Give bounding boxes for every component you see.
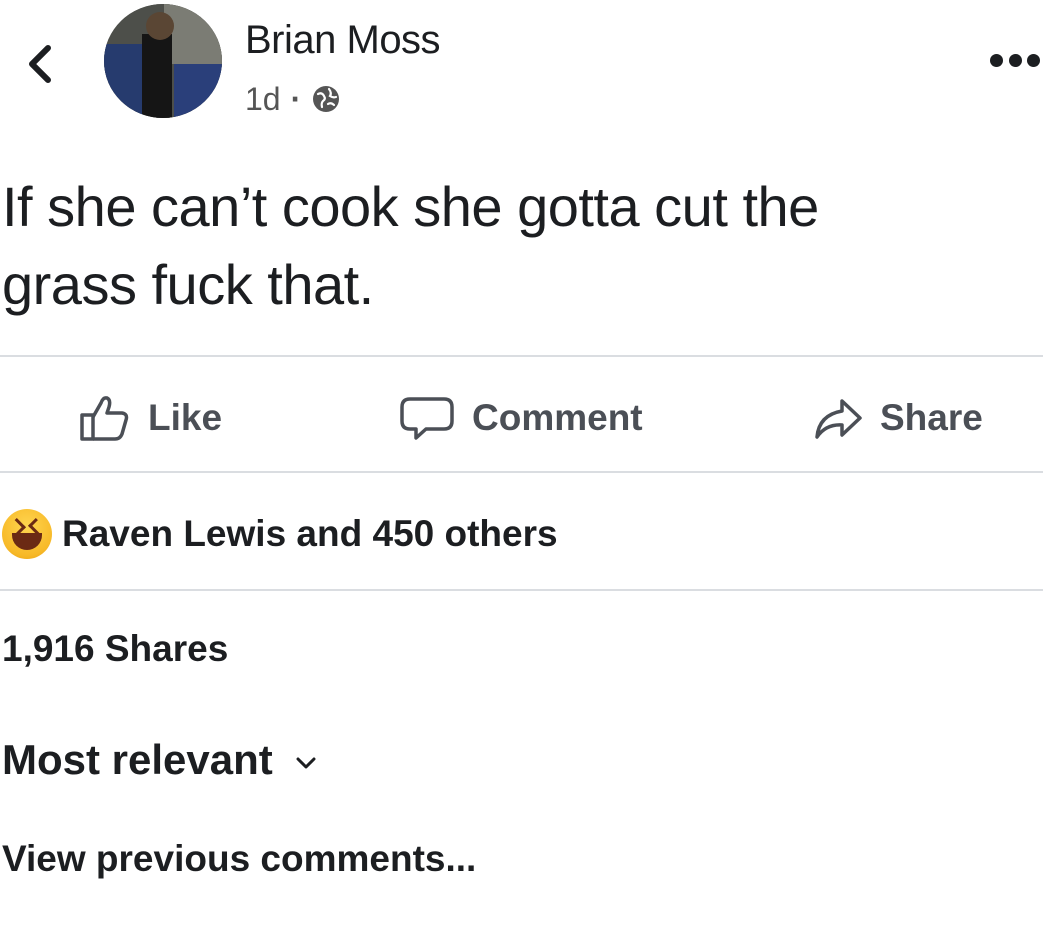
haha-emoji-icon [2,509,52,559]
thumbs-up-icon [80,396,129,441]
shares-count[interactable]: 1,916 Shares [2,628,228,670]
share-label: Share [880,397,983,438]
back-button[interactable] [18,36,62,92]
avatar-photo [104,4,222,118]
chevron-left-icon [29,45,51,83]
post-meta: 1d · [245,78,341,120]
divider [0,589,1043,591]
ellipsis-icon-dot [1027,53,1040,67]
sort-label: Most relevant [2,736,273,783]
ellipsis-icon-dot [1008,53,1022,67]
post-timestamp[interactable]: 1d [245,81,281,118]
comment-bubble-icon [400,397,454,440]
comment-label: Comment [472,397,643,438]
comment-sort-dropdown[interactable]: Most relevant [2,732,317,788]
ellipsis-icon-dot [990,53,1003,67]
like-button[interactable]: Like [78,388,222,448]
post-text: If she can’t cook she gotta cut the gras… [2,175,819,316]
comment-button[interactable]: Comment [398,388,643,448]
like-label: Like [148,397,223,438]
share-button[interactable]: Share [812,388,983,448]
chevron-down-icon [296,757,316,769]
emoji-mouth [12,533,42,550]
view-previous-comments-link[interactable]: View previous comments... [2,838,476,880]
more-options-button[interactable] [990,48,1040,72]
meta-separator: · [290,80,302,117]
share-arrow-icon [815,399,862,439]
reactions-text: Raven Lewis and 450 others [62,513,558,554]
divider [0,355,1043,357]
author-name[interactable]: Brian Moss [245,18,441,63]
reactions-summary[interactable]: Raven Lewis and 450 others [2,506,558,562]
avatar[interactable] [104,4,222,118]
divider [0,471,1043,473]
globe-icon [313,86,340,112]
